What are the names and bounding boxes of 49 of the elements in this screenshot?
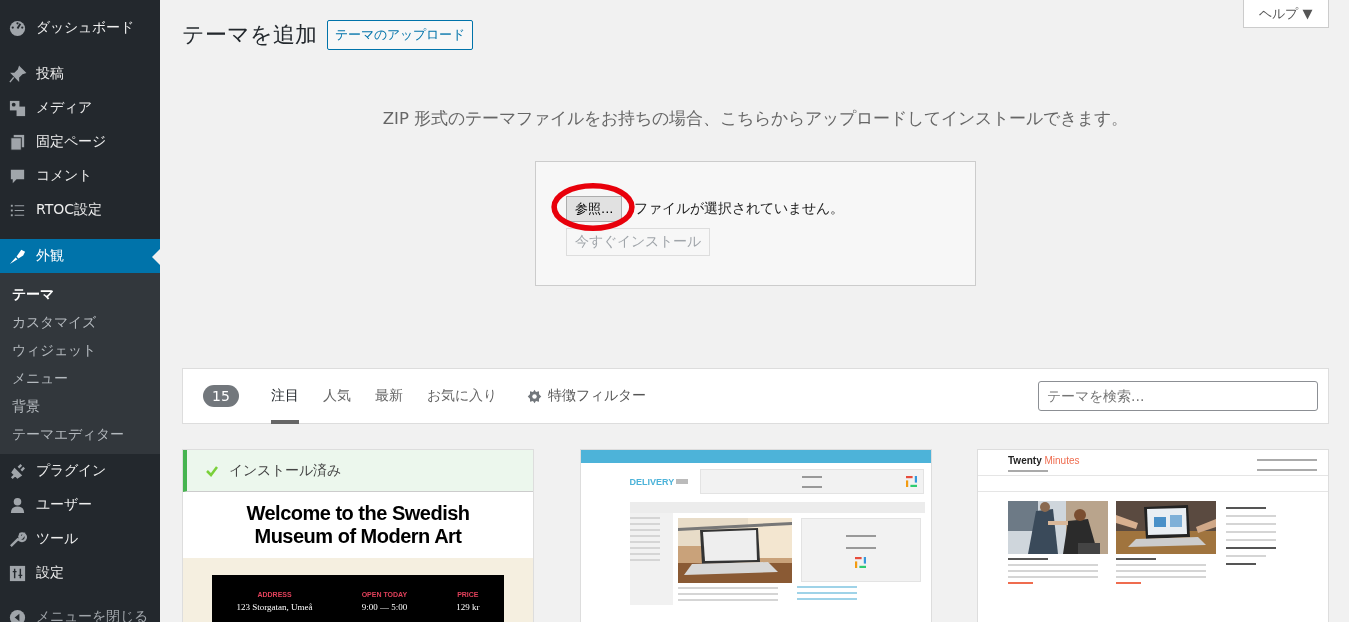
pushpin-icon (8, 64, 27, 84)
theme-card[interactable]: Twenty Minutes (977, 449, 1329, 622)
submenu-item[interactable]: ウィジェット (0, 336, 160, 364)
person-icon (8, 495, 27, 515)
settings-icon (526, 388, 542, 404)
sidebar-item[interactable]: 投稿 (0, 57, 160, 91)
filter-tab[interactable]: 人気 (322, 368, 351, 424)
sidebar-item[interactable]: ツール (0, 522, 160, 556)
info-value: 129 kr (456, 602, 480, 612)
upload-theme-button[interactable]: テーマのアップロード (327, 20, 473, 50)
theme-count: 15 (203, 385, 239, 407)
feature-filter-button[interactable]: 特徴フィルター (526, 387, 646, 405)
info-value: 123 Storgatan, Umeå (236, 602, 313, 612)
filter-tab[interactable]: 最新 (374, 368, 403, 424)
site-title: Twenty Minutes (1008, 455, 1080, 466)
help-tab[interactable]: ヘルプ ▼ (1243, 0, 1329, 28)
submenu-item[interactable]: テーマ (0, 280, 160, 308)
sidebar-item[interactable]: ダッシュボード (0, 11, 160, 45)
sidebar-item[interactable]: 設定 (0, 556, 160, 590)
plug-icon (8, 461, 27, 481)
submenu-item[interactable]: 背景 (0, 392, 160, 420)
sidebar-item[interactable]: ユーザー (0, 488, 160, 522)
theme-search-field[interactable]: テーマを検索... (1038, 381, 1318, 411)
file-status: ファイルが選択されていません。 (634, 200, 845, 218)
wrench-icon (8, 529, 27, 549)
square-logo-icon (905, 476, 917, 487)
pages-icon (8, 132, 27, 152)
filter-tab[interactable]: 注目 (270, 368, 299, 424)
browse-button[interactable]: 参照... (566, 196, 623, 222)
submenu-item[interactable]: カスタマイズ (0, 308, 160, 336)
notice-text: インストール済み (229, 461, 341, 480)
upload-instructions: ZIP 形式のテーマファイルをお持ちの場合、こちらからアップロードしてインストールできます。 (381, 108, 1130, 130)
filter-tab[interactable]: お気に入り (426, 368, 497, 424)
sidebar-item[interactable]: プラグイン (0, 454, 160, 488)
sidebar-item[interactable]: 固定ページ (0, 125, 160, 159)
sidebar-item[interactable]: メディア (0, 91, 160, 125)
site-logo: DELIVERY (629, 476, 675, 487)
sidebar-item[interactable]: RTOC設定 (0, 193, 160, 227)
sidebar-item[interactable]: コメント (0, 159, 160, 193)
theme-heading: Welcome to the Swedish Museum of Modern Art (245, 501, 471, 548)
gauge-icon (8, 18, 27, 38)
info-value: 9:00 — 5:00 (361, 602, 408, 612)
media-icon (8, 98, 27, 118)
submenu-item[interactable]: メニュー (0, 364, 160, 392)
square-logo-icon (855, 556, 866, 568)
page-title: テーマを追加 (182, 21, 317, 49)
submenu-item[interactable]: テーマエディター (0, 420, 160, 448)
sliders-icon (8, 563, 27, 583)
sidebar-item[interactable]: 外観 (0, 239, 160, 273)
